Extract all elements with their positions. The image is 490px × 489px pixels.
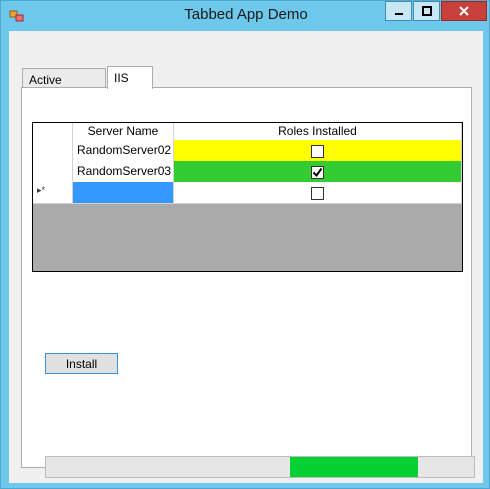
maximize-button[interactable]	[413, 1, 440, 21]
install-button[interactable]: Install	[45, 353, 118, 374]
progress-bar	[45, 456, 475, 478]
roles-installed-cell	[174, 140, 462, 162]
table-row[interactable]: ▸*	[33, 182, 462, 204]
roles-installed-checkbox[interactable]	[311, 187, 324, 201]
roles-installed-cell	[174, 182, 462, 204]
close-icon	[459, 6, 469, 16]
server-grid[interactable]: Server Name Roles Installed RandomServer…	[32, 122, 463, 272]
tab-panel-iis: Server Name Roles Installed RandomServer…	[21, 87, 475, 478]
minimize-button[interactable]	[385, 1, 412, 21]
maximize-icon	[421, 6, 432, 16]
table-row[interactable]: RandomServer03	[33, 161, 462, 183]
server-name-cell[interactable]	[73, 182, 174, 204]
minimize-icon	[394, 13, 403, 15]
server-name-cell[interactable]: RandomServer03	[73, 161, 174, 183]
tab-active-directory[interactable]: Active Directory	[22, 68, 106, 101]
roles-installed-checkbox[interactable]	[311, 145, 324, 159]
progress-fill	[289, 457, 419, 477]
app-window: Tabbed App Demo Active Directory IIS	[0, 0, 490, 489]
row-header[interactable]: ▸*	[33, 182, 73, 204]
row-header[interactable]	[33, 140, 73, 162]
roles-installed-checkbox[interactable]	[311, 166, 324, 180]
check-icon	[312, 168, 323, 178]
server-name-cell[interactable]: RandomServer02	[73, 140, 174, 162]
roles-installed-cell	[174, 161, 462, 183]
row-header[interactable]	[33, 161, 73, 183]
close-button[interactable]	[441, 1, 487, 21]
tab-label: IIS	[114, 71, 129, 85]
table-row[interactable]: RandomServer02	[33, 140, 462, 162]
tab-iis[interactable]: IIS	[107, 66, 153, 89]
client-area: Active Directory IIS Server Name Roles I…	[9, 31, 483, 483]
title-bar[interactable]: Tabbed App Demo	[1, 1, 490, 31]
